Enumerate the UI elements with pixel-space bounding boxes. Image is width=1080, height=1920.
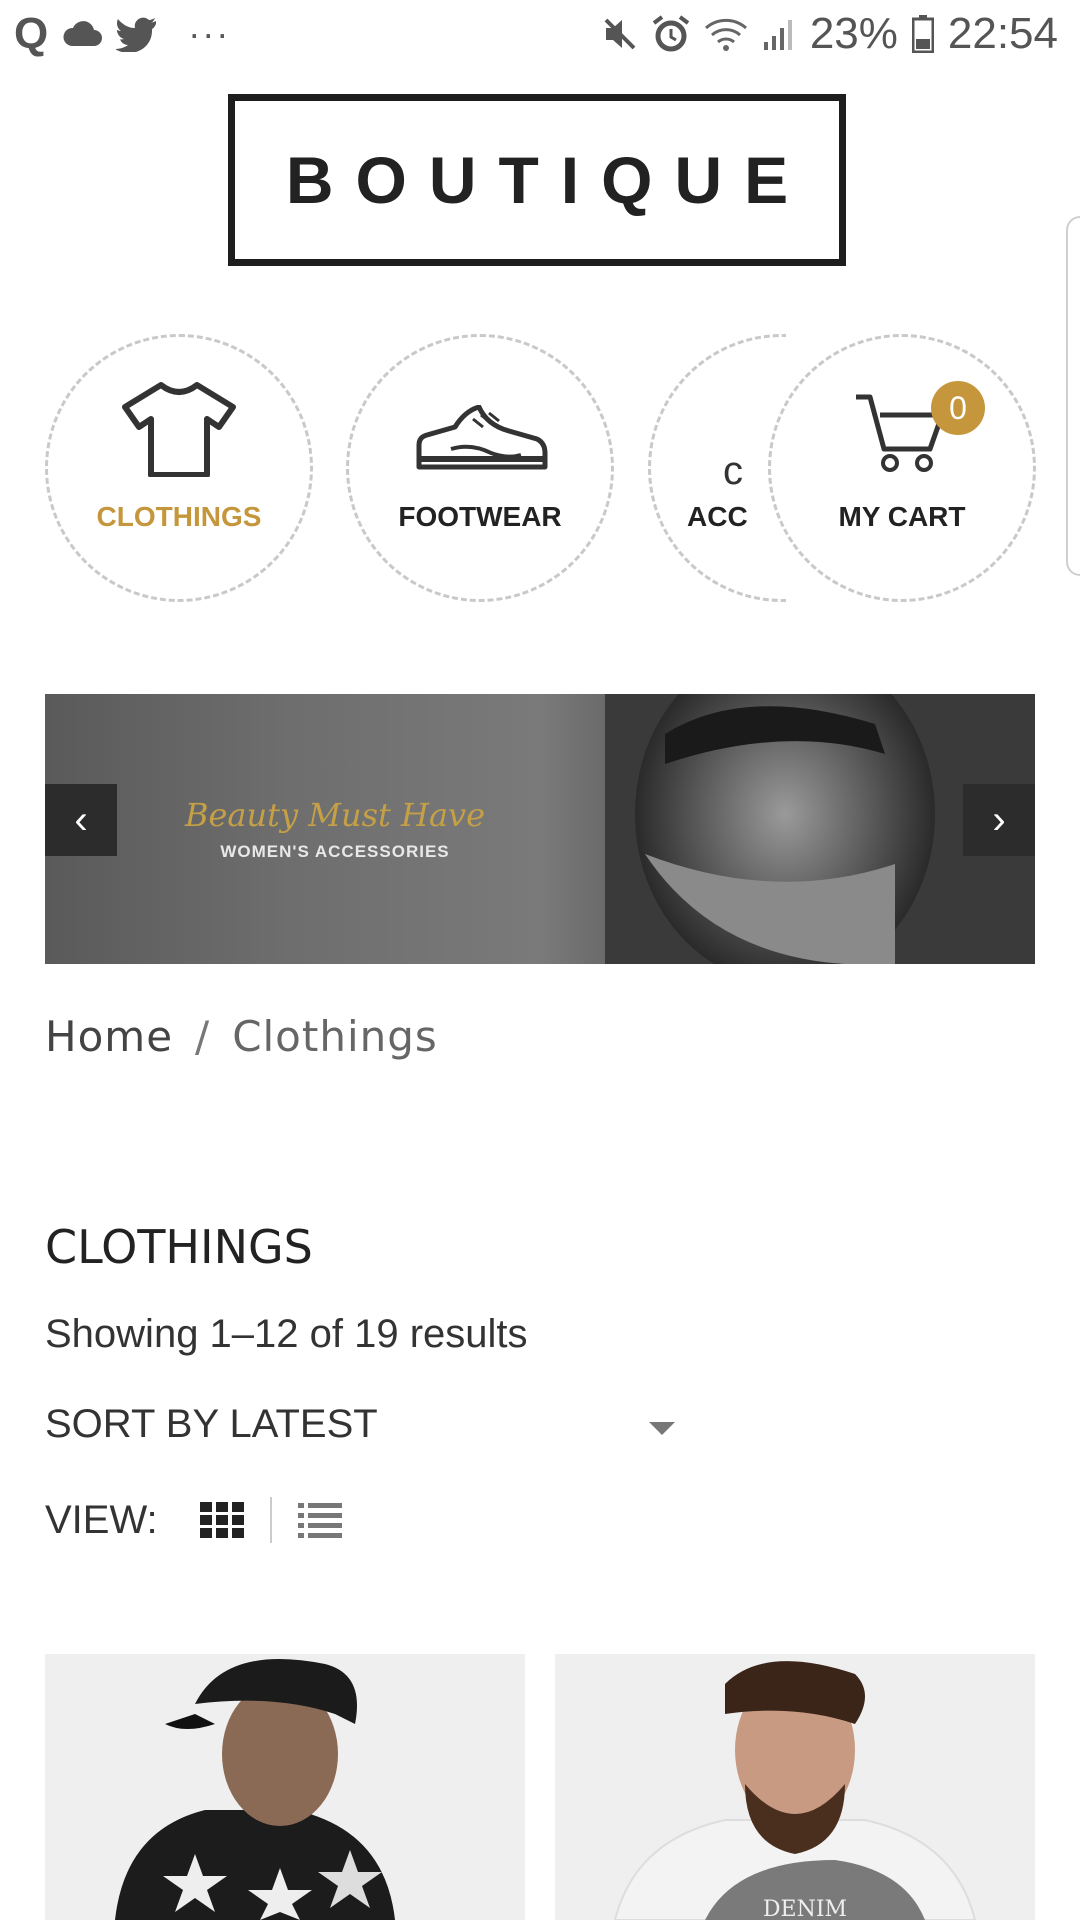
- logo-text: BOUTIQUE: [285, 143, 811, 217]
- product-card[interactable]: [45, 1654, 525, 1920]
- promo-banner[interactable]: ‹ › Beauty Must Have WOMEN'S ACCESSORIES: [45, 694, 1035, 964]
- breadcrumb-separator: /: [195, 1012, 211, 1061]
- tshirt-icon: [122, 382, 236, 477]
- wifi-icon: [704, 18, 747, 51]
- list-view-icon[interactable]: [297, 1502, 342, 1538]
- cart-count-badge: 0: [931, 381, 985, 435]
- view-toggle: VIEW:: [45, 1492, 342, 1548]
- category-clothings[interactable]: CLOTHINGS: [45, 334, 313, 602]
- category-label: MY CART: [838, 501, 966, 532]
- category-my-cart[interactable]: 0 MY CART: [768, 334, 1036, 602]
- banner-next-button[interactable]: ›: [963, 784, 1035, 856]
- breadcrumb: Home / Clothings: [45, 1012, 438, 1061]
- svg-text:DENIM: DENIM: [763, 1897, 847, 1920]
- chevron-down-icon: [649, 1422, 675, 1435]
- product-image: [45, 1654, 525, 1920]
- product-image: DENIM: [555, 1654, 1035, 1920]
- grid-view-icon[interactable]: [199, 1502, 244, 1538]
- accessories-icon: c: [723, 449, 743, 493]
- mute-icon: [604, 18, 636, 50]
- sneaker-icon: [416, 405, 548, 470]
- sort-selected-value: SORT BY LATEST: [45, 1402, 378, 1446]
- signal-icon: [763, 20, 792, 50]
- sort-dropdown[interactable]: SORT BY LATEST: [45, 1402, 675, 1458]
- breadcrumb-home-link[interactable]: Home: [45, 1012, 173, 1061]
- view-label: VIEW:: [45, 1497, 158, 1542]
- alarm-icon: [652, 15, 690, 52]
- status-bar: Q ··· 23% 22:54: [0, 0, 1080, 68]
- twitter-icon: [116, 17, 157, 52]
- product-card[interactable]: DENIM: [555, 1654, 1035, 1920]
- view-divider: [269, 1497, 272, 1543]
- banner-headline: Beauty Must Have: [184, 796, 486, 834]
- page-title: CLOTHINGS: [45, 1220, 313, 1274]
- banner-subtitle: WOMEN'S ACCESSORIES: [220, 842, 450, 861]
- edge-panel-handle[interactable]: [1066, 216, 1080, 576]
- breadcrumb-current: Clothings: [232, 1012, 438, 1061]
- results-count: Showing 1–12 of 19 results: [45, 1312, 528, 1356]
- category-label: CLOTHINGS: [96, 501, 262, 532]
- more-notifications-icon: ···: [188, 13, 231, 54]
- category-label: FOOTWEAR: [398, 501, 562, 532]
- banner-prev-button[interactable]: ‹: [45, 784, 117, 856]
- cloud-icon: [63, 21, 103, 46]
- q-app-icon: Q: [14, 9, 49, 58]
- battery-percentage: 23%: [809, 9, 898, 58]
- clock: 22:54: [947, 9, 1058, 58]
- battery-icon: [911, 15, 934, 53]
- boutique-logo[interactable]: BOUTIQUE: [228, 94, 846, 266]
- category-footwear[interactable]: FOOTWEAR: [346, 334, 614, 602]
